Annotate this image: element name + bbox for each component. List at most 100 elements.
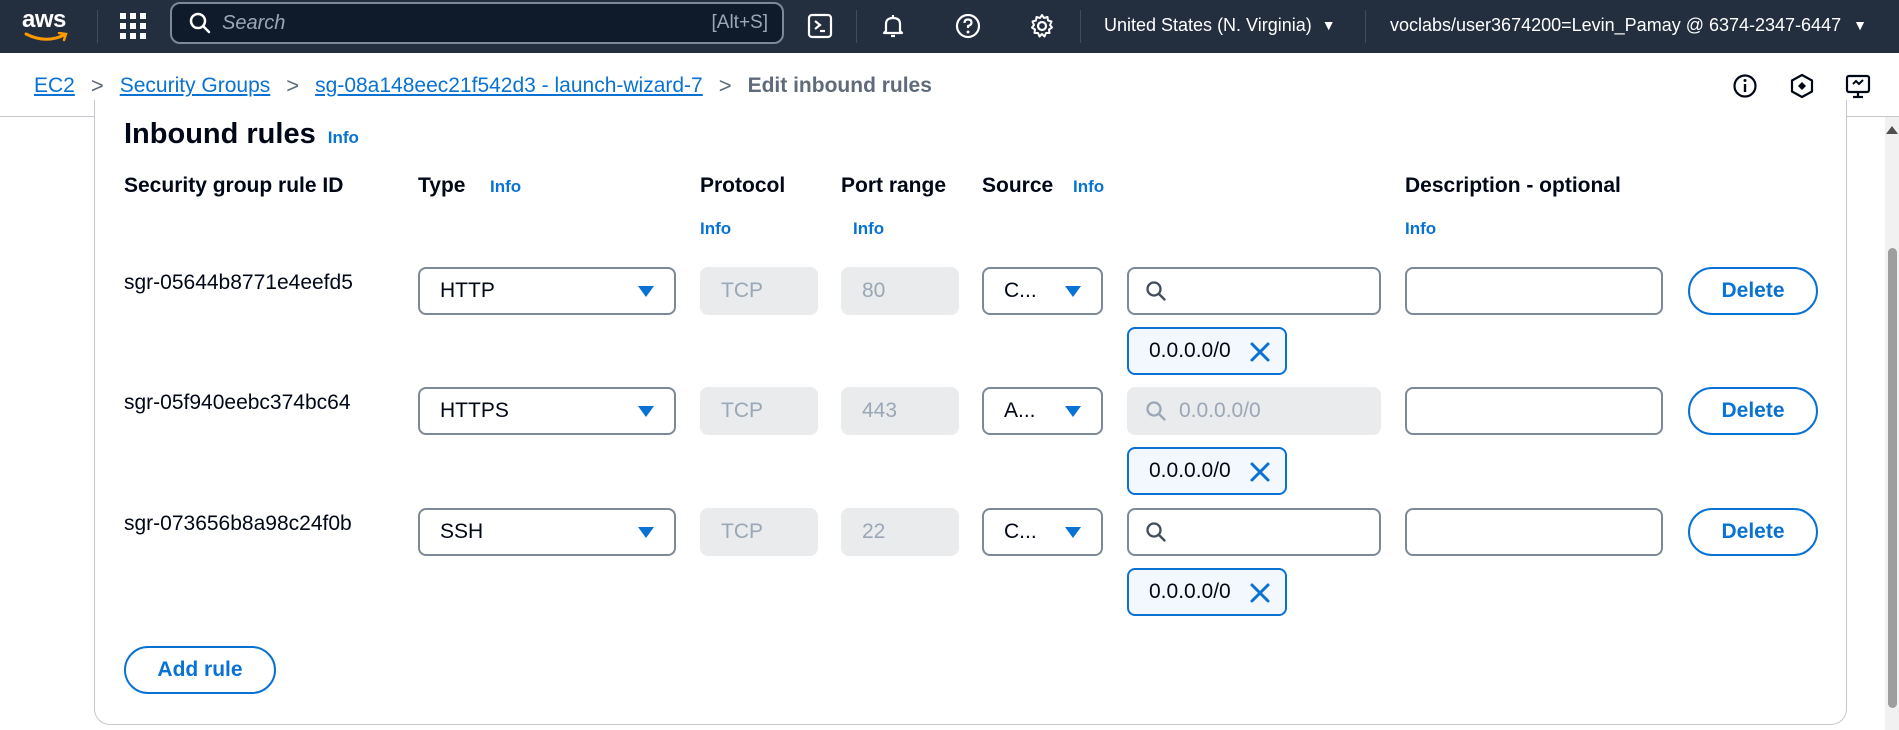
type-select[interactable]: HTTPS: [418, 387, 676, 435]
caret-down-icon: [1065, 285, 1081, 297]
cidr-search-input[interactable]: [1179, 279, 1359, 303]
protocol-info-link[interactable]: Info: [700, 219, 731, 239]
cidr-token-label: 0.0.0.0/0: [1149, 339, 1231, 362]
cidr-search-field[interactable]: [1127, 508, 1381, 556]
cidr-token-label: 0.0.0.0/0: [1149, 459, 1231, 482]
caret-down-icon: ▼: [1321, 17, 1336, 33]
type-value: HTTPS: [440, 399, 509, 422]
type-value: HTTP: [440, 279, 495, 302]
source-select[interactable]: C...: [982, 508, 1103, 556]
nav-divider: [97, 10, 98, 43]
screen-feedback-icon[interactable]: [1842, 70, 1874, 102]
port-info-link[interactable]: Info: [853, 219, 884, 239]
search-input[interactable]: [222, 11, 712, 35]
description-input[interactable]: [1405, 508, 1663, 556]
section-header: Inbound rules Info: [124, 118, 359, 151]
caret-down-icon: [638, 285, 654, 297]
account-label: voclabs/user3674200=Levin_Pamay @ 6374-2…: [1390, 14, 1842, 35]
section-info-link[interactable]: Info: [328, 128, 359, 148]
search-icon: [1146, 281, 1166, 301]
caret-down-icon: ▼: [1853, 17, 1867, 33]
rule-id: sgr-05644b8771e4eefd5: [124, 271, 353, 294]
source-select[interactable]: A...: [982, 387, 1103, 435]
source-value: C...: [1004, 520, 1037, 543]
source-value: A...: [1004, 399, 1036, 422]
dismiss-x-icon[interactable]: [1247, 339, 1273, 365]
help-icon[interactable]: [951, 9, 985, 43]
type-select[interactable]: HTTP: [418, 267, 676, 315]
search-icon: [1146, 522, 1166, 542]
caret-down-icon: [1065, 526, 1081, 538]
breadcrumb: EC2 > Security Groups > sg-08a148eec21f5…: [34, 73, 932, 99]
dismiss-x-icon[interactable]: [1247, 580, 1273, 606]
column-header-rule-id: Security group rule ID: [124, 174, 344, 197]
cidr-token: 0.0.0.0/0: [1127, 447, 1287, 495]
nav-divider: [1080, 10, 1081, 43]
column-header-protocol: Protocol: [700, 174, 786, 197]
chevron-right-icon: >: [90, 73, 104, 98]
cidr-token: 0.0.0.0/0: [1127, 327, 1287, 375]
nav-divider: [1365, 10, 1366, 43]
delete-rule-button[interactable]: Delete: [1688, 387, 1818, 435]
scrollbar-thumb[interactable]: [1888, 248, 1897, 708]
cidr-search-field: [1127, 387, 1381, 435]
port-range-field: 80: [841, 267, 959, 315]
source-value: C...: [1004, 279, 1037, 302]
settings-gear-icon[interactable]: [1025, 9, 1059, 43]
breadcrumb-current: Edit inbound rules: [747, 74, 932, 97]
aws-logo[interactable]: aws: [22, 6, 72, 46]
delete-rule-button[interactable]: Delete: [1688, 267, 1818, 315]
cidr-token-label: 0.0.0.0/0: [1149, 580, 1231, 603]
region-selector[interactable]: United States (N. Virginia) ▼: [1104, 10, 1336, 40]
cidr-search-input[interactable]: [1179, 520, 1359, 544]
column-header-source: Source: [982, 174, 1054, 197]
rule-id: sgr-05f940eebc374bc64: [124, 391, 351, 414]
rule-id: sgr-073656b8a98c24f0b: [124, 512, 352, 535]
cloudshell-icon[interactable]: [803, 9, 837, 43]
column-header-port-range: Port range: [841, 174, 947, 197]
cidr-search-field[interactable]: [1127, 267, 1381, 315]
account-menu[interactable]: voclabs/user3674200=Levin_Pamay @ 6374-2…: [1390, 10, 1867, 40]
chevron-right-icon: >: [286, 73, 300, 98]
description-input[interactable]: [1405, 387, 1663, 435]
type-select[interactable]: SSH: [418, 508, 676, 556]
caret-down-icon: [1065, 405, 1081, 417]
column-header-description: Description - optional: [1405, 174, 1621, 197]
column-header-type: Type: [418, 174, 466, 197]
breadcrumb-ec2[interactable]: EC2: [34, 74, 75, 98]
info-circle-icon[interactable]: [1729, 70, 1761, 102]
breadcrumb-security-groups[interactable]: Security Groups: [120, 74, 271, 98]
search-icon: [1146, 401, 1166, 421]
description-input[interactable]: [1405, 267, 1663, 315]
breadcrumb-security-group[interactable]: sg-08a148eec21f542d3 - launch-wizard-7: [315, 74, 703, 98]
protocol-field: TCP: [700, 267, 818, 315]
aws-logo-text: aws: [22, 6, 66, 33]
top-navigation: aws [Alt+S]: [0, 0, 1899, 53]
services-menu-icon[interactable]: [118, 11, 148, 41]
global-search[interactable]: [Alt+S]: [170, 2, 784, 44]
port-range-field: 22: [841, 508, 959, 556]
nav-divider: [856, 10, 857, 43]
caret-down-icon: [638, 405, 654, 417]
caret-down-icon: [638, 526, 654, 538]
cidr-token: 0.0.0.0/0: [1127, 568, 1287, 616]
source-info-link[interactable]: Info: [1073, 177, 1104, 197]
port-range-field: 443: [841, 387, 959, 435]
source-select[interactable]: C...: [982, 267, 1103, 315]
search-icon: [189, 12, 211, 34]
bell-icon[interactable]: [876, 9, 910, 43]
delete-rule-button[interactable]: Delete: [1688, 508, 1818, 556]
search-shortcut: [Alt+S]: [711, 12, 769, 33]
aws-smile-icon: [24, 32, 68, 42]
protocol-field: TCP: [700, 387, 818, 435]
cidr-search-input: [1179, 399, 1359, 423]
protocol-field: TCP: [700, 508, 818, 556]
add-rule-button[interactable]: Add rule: [124, 646, 276, 694]
type-info-link[interactable]: Info: [490, 177, 521, 197]
region-label: United States (N. Virginia): [1104, 14, 1312, 35]
dismiss-x-icon[interactable]: [1247, 459, 1273, 485]
scroll-up-arrow-icon[interactable]: [1886, 126, 1898, 134]
type-value: SSH: [440, 520, 484, 543]
description-info-link[interactable]: Info: [1405, 219, 1436, 239]
feedback-hexagon-icon[interactable]: [1786, 70, 1818, 102]
